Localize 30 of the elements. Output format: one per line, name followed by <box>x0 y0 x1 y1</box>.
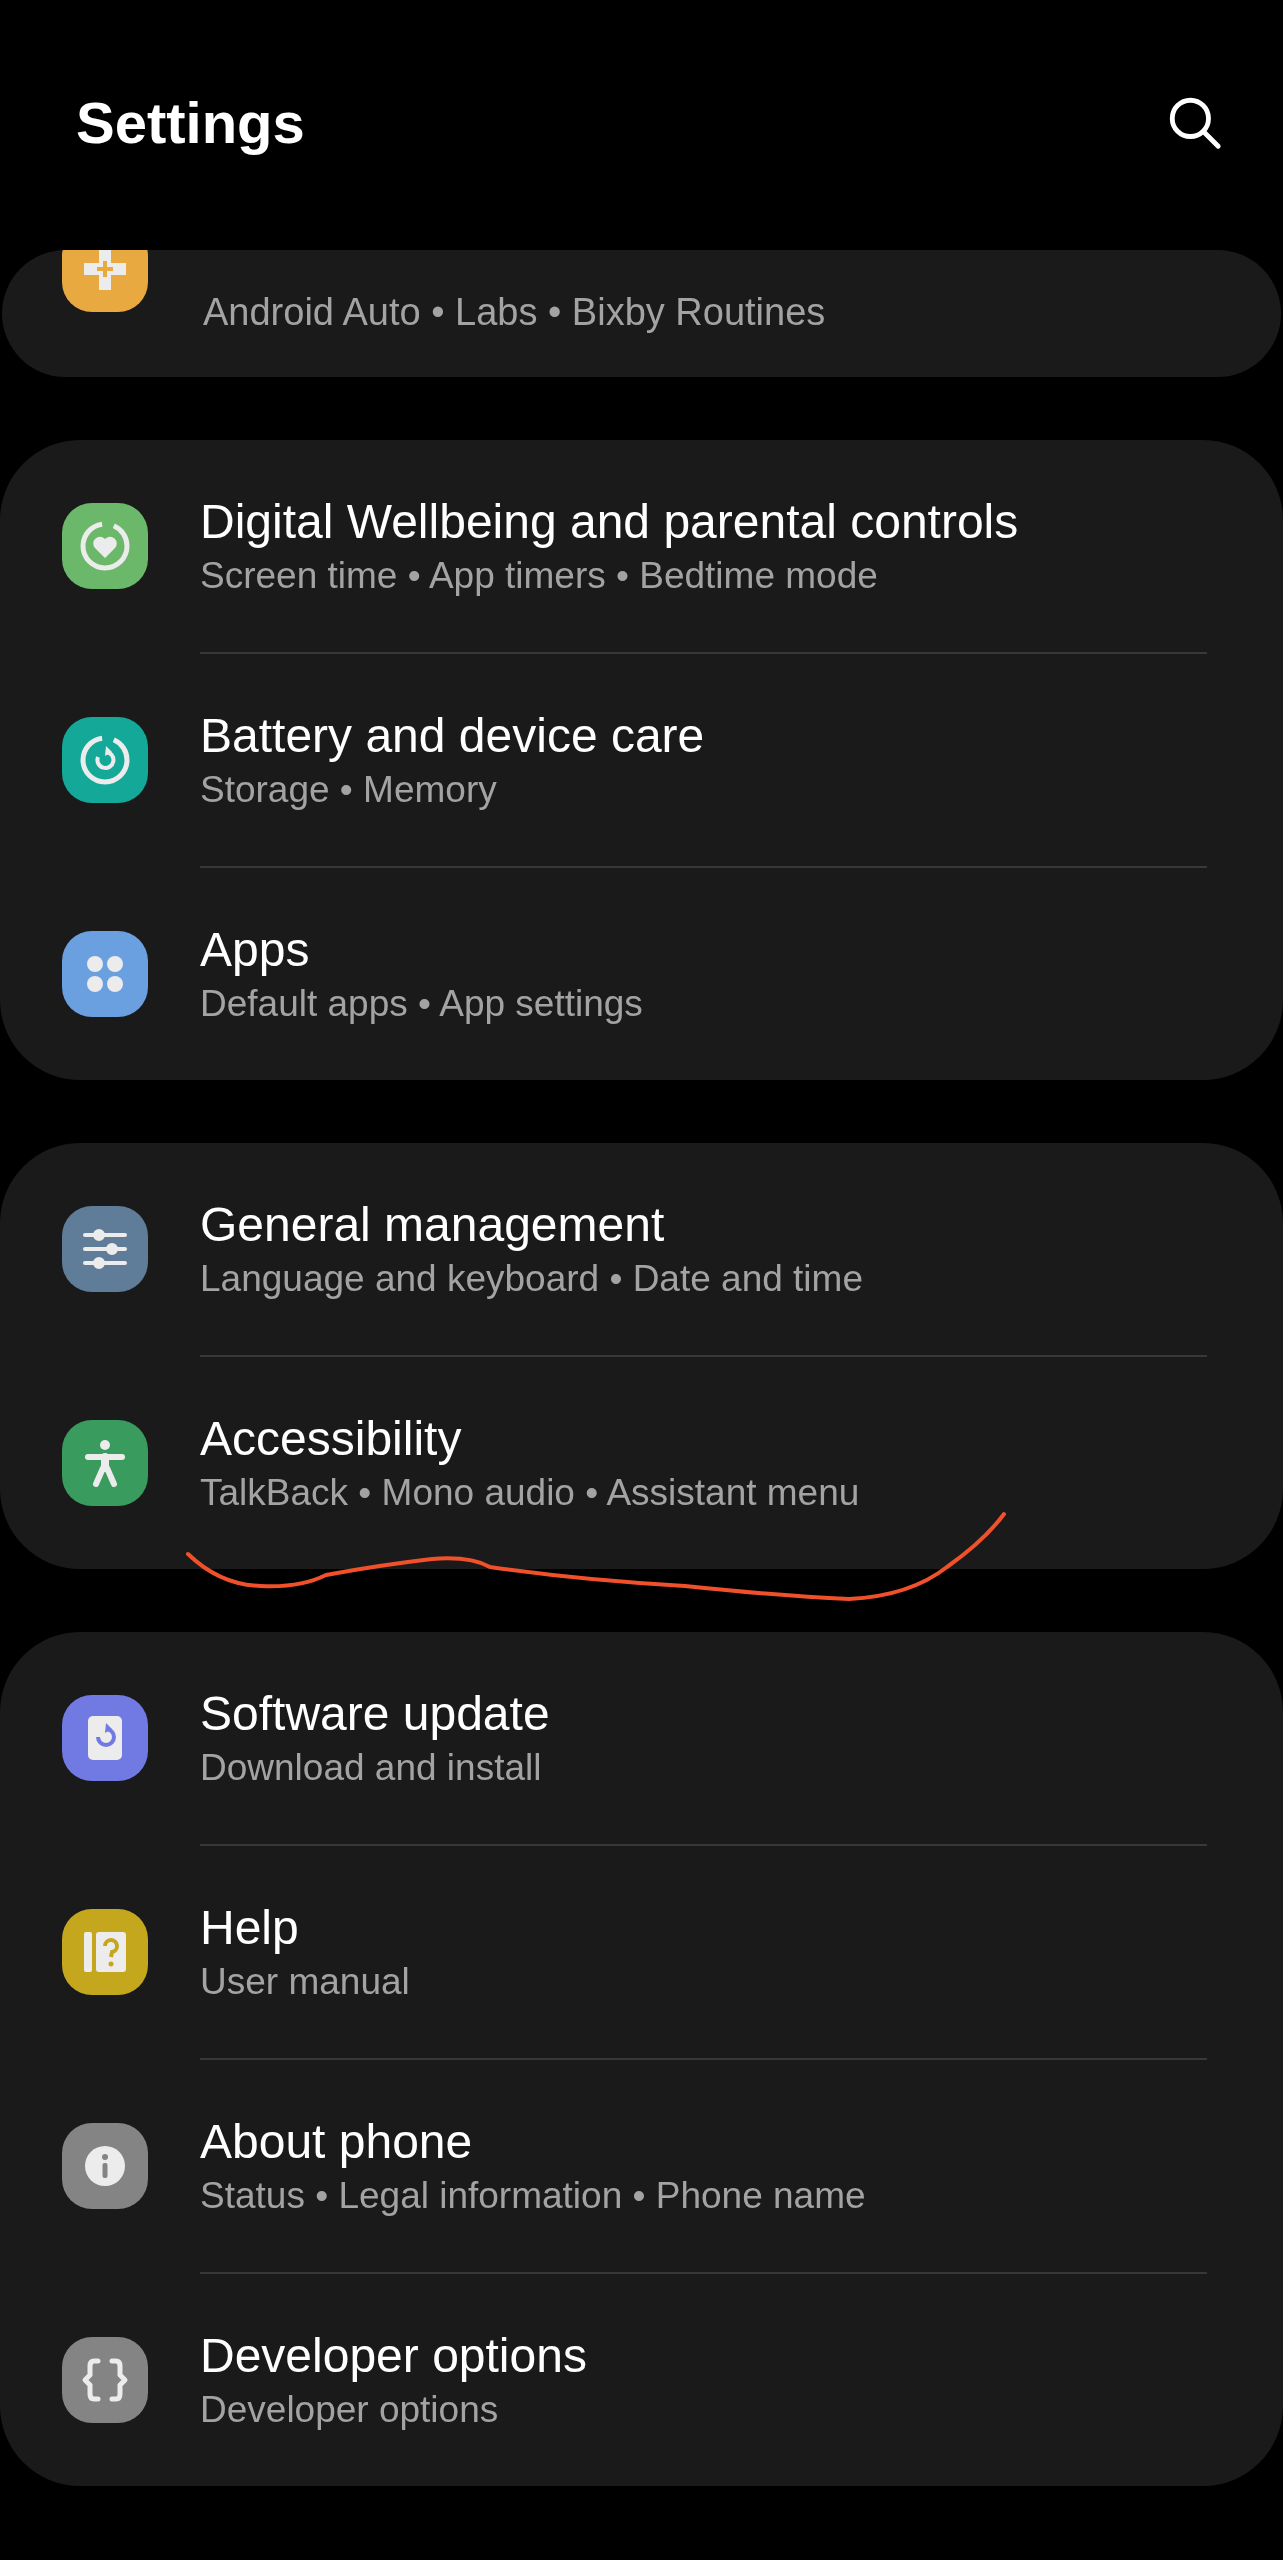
item-subtitle: User manual <box>200 1960 410 2004</box>
item-subtitle: Language and keyboard • Date and time <box>200 1257 863 1301</box>
item-subtitle: TalkBack • Mono audio • Assistant menu <box>200 1471 860 1515</box>
settings-item[interactable]: Accessibility TalkBack • Mono audio • Assistant menu <box>0 1357 1283 1569</box>
item-title: About phone <box>200 2114 474 2170</box>
item-title: Software update <box>200 1686 550 1742</box>
item-title: Digital Wellbeing and parental controls <box>200 494 1019 550</box>
page-title: Settings <box>76 88 305 157</box>
item-title: Help <box>200 1900 300 1956</box>
item-title: Accessibility <box>200 1411 463 1467</box>
item-title: Battery and device care <box>200 708 705 764</box>
settings-card[interactable]: Android Auto • Labs • Bixby Routines <box>2 250 1281 377</box>
item-title: Apps <box>200 922 311 978</box>
settings-item[interactable]: Software update Download and install <box>0 1632 1283 1844</box>
item-subtitle: Download and install <box>200 1746 543 1790</box>
item-title: General management <box>200 1197 666 1253</box>
settings-item[interactable]: Apps Default apps • App settings <box>0 868 1283 1080</box>
item-subtitle: Screen time • App timers • Bedtime mode <box>200 554 879 598</box>
settings-item[interactable]: Help User manual <box>0 1846 1283 2058</box>
item-title: Developer options <box>200 2328 587 2384</box>
settings-item[interactable]: Battery and device care Storage • Memory <box>0 654 1283 866</box>
item-subtitle: Status • Legal information • Phone name <box>200 2174 866 2218</box>
settings-item[interactable]: Digital Wellbeing and parental controls Screen time • App timers • Bedtime mode <box>0 440 1283 652</box>
settings-item[interactable]: General management Language and keyboard • Date and time <box>0 1143 1283 1355</box>
item-subtitle: Default apps • App settings <box>200 982 643 1026</box>
item-subtitle: Storage • Memory <box>200 768 498 812</box>
settings-item[interactable]: Developer options Developer options <box>0 2274 1283 2486</box>
item-subtitle: Android Auto • Labs • Bixby Routines <box>203 290 826 335</box>
item-subtitle: Developer options <box>200 2388 500 2432</box>
settings-item[interactable]: About phone Status • Legal information • Phone name <box>0 2060 1283 2272</box>
